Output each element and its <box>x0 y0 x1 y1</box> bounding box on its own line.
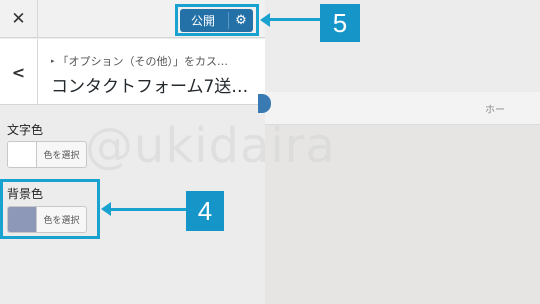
section-title: コンタクトフォーム7送… <box>51 77 249 97</box>
publish-highlight-box <box>175 4 259 36</box>
watermark: @ukidaira <box>85 118 336 174</box>
close-icon: ✕ <box>11 9 26 29</box>
chevron-left-icon: < <box>11 62 26 82</box>
annotation-badge-5: 5 <box>320 4 360 42</box>
annotation-arrow-4 <box>110 208 186 211</box>
text-color-picker-button[interactable]: 色を選択 <box>7 141 87 168</box>
preview-nav-link[interactable]: ホー <box>485 101 505 116</box>
close-button[interactable]: ✕ <box>0 0 38 38</box>
annotation-arrow-5 <box>268 18 320 21</box>
back-button[interactable]: < <box>0 39 38 105</box>
annotation-arrowhead-4 <box>101 202 111 216</box>
select-color-label: 色を選択 <box>43 151 80 161</box>
caret-right-icon: ▸ <box>51 57 55 65</box>
section-header: < ▸ 「オプション（その他）」をカス… コンタクトフォーム7送… <box>0 39 265 105</box>
breadcrumb-text: 「オプション（その他）」をカス… <box>57 55 229 68</box>
preview-header-area <box>265 0 540 92</box>
breadcrumb: ▸ 「オプション（その他）」をカス… <box>51 53 259 69</box>
annotation-arrowhead-5 <box>260 13 270 27</box>
annotation-badge-4: 4 <box>186 191 224 231</box>
background-color-highlight-box <box>0 179 100 239</box>
text-color-label: 文字色 <box>7 123 44 137</box>
text-color-swatch <box>8 142 37 167</box>
